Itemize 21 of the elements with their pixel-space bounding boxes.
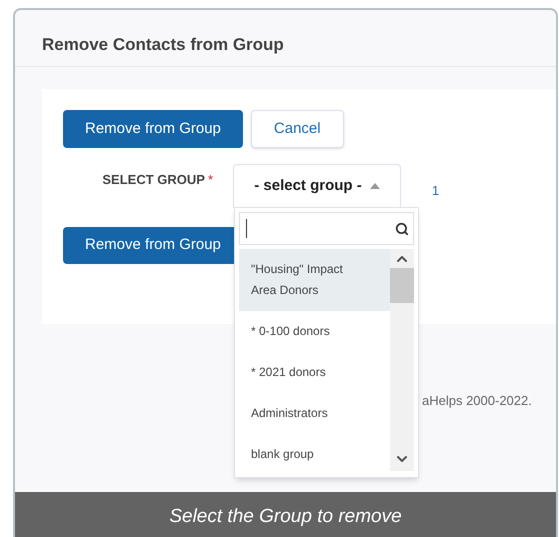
scroll-thumb[interactable] [390,268,414,303]
cancel-button[interactable]: Cancel [250,110,344,148]
text-cursor [246,219,247,238]
option-text: blank group [251,447,314,461]
caption-text: Select the Group to remove [169,505,402,530]
option-text: * 2021 donors [251,365,326,379]
search-icon [395,222,409,236]
option-text: "Housing" Impact Area Donors [251,262,343,297]
select-group-label: SELECT GROUP [102,171,205,189]
required-mark: * [208,171,213,189]
caret-up-icon [370,183,380,189]
page-title: Remove Contacts from Group [42,35,284,54]
option-text: * 0-100 donors [251,324,330,338]
group-option[interactable]: "Housing" Impact Area Donors [239,249,390,311]
count-text: 1 [432,182,440,200]
dropdown-search-field[interactable] [239,212,414,245]
option-text: Administrators [251,406,328,420]
remove-button[interactable]: Remove from Group [63,110,243,148]
group-select[interactable]: - select group - [233,164,401,208]
scrollbar[interactable] [390,249,414,471]
copyright-text: aHelps 2000-2022. [422,393,532,408]
